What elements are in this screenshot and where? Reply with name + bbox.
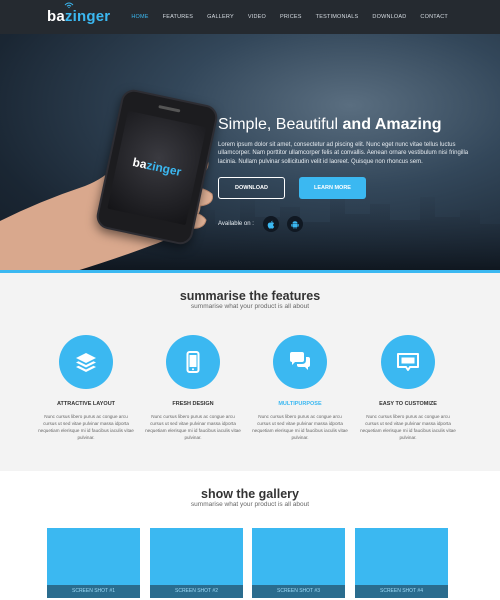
screenshot-thumbnail[interactable]: SCREEN SHOT #1 [47,528,140,598]
feature-title: EASY TO CUSTOMIZE [379,401,437,407]
apple-icon[interactable] [263,216,279,232]
mobile-icon [166,335,220,389]
feature-description: Nunc cursus libero purus ac congue arcu … [252,414,348,440]
feature-description: Nunc cursus libero purus ac congue arcu … [360,414,456,440]
screenshot-caption: SCREEN SHOT #1 [47,585,140,598]
nav-item-testimonials[interactable]: TESTIMONIALS [316,14,359,20]
hero-title-bold: and Amazing [342,116,442,133]
nav-item-prices[interactable]: PRICES [280,14,302,20]
chat-icon [273,335,327,389]
hero-description: Lorem ipsum dolor sit amet, consectetur … [218,142,469,165]
feature-card-customize: EASY TO CUSTOMIZE Nunc cursus libero pur… [353,335,463,441]
nav-item-video[interactable]: VIDEO [248,14,266,20]
screenshot-caption: SCREEN SHOT #2 [150,585,243,598]
navbar: bazinger HOME FEATURES GALLERY VIDEO PRI… [0,0,500,34]
gallery-subtitle: summarise what your product is all about [190,501,310,508]
feature-description: Nunc cursus libero purus ac congue arcu … [38,414,134,440]
feature-title: FRESH DESIGN [172,401,214,407]
phone-logo-part2: zinger [145,157,183,179]
phone-speaker [158,105,181,113]
hero-title: Simple, Beautiful and Amazing [218,116,441,134]
nav-item-contact[interactable]: CONTACT [420,14,448,20]
hero-section: bazinger Simple, Beautiful and Amazing L… [0,34,500,272]
nav-item-gallery[interactable]: GALLERY [207,14,234,20]
logo[interactable]: bazinger [47,8,110,25]
layers-icon [59,335,113,389]
nav-item-download[interactable]: DOWNLOAD [372,14,406,20]
feature-description: Nunc cursus libero purus ac congue arcu … [145,414,241,440]
logo-text-part2: zinger [64,8,111,25]
wifi-icon [64,2,74,8]
nav-menu: HOME FEATURES GALLERY VIDEO PRICES TESTI… [117,0,448,34]
features-subtitle: summarise what your product is all about [190,303,310,310]
hero-title-light: Simple, Beautiful [218,116,343,133]
message-icon [381,335,435,389]
feature-card-layout: ATTRACTIVE LAYOUT Nunc cursus libero pur… [31,335,141,441]
android-icon[interactable] [287,216,303,232]
available-on-label: Available on : [218,221,254,227]
phone-logo: bazinger [116,152,197,182]
phone-screen: bazinger [107,110,207,226]
screenshot-thumbnail[interactable]: SCREEN SHOT #3 [252,528,345,598]
screenshot-caption: SCREEN SHOT #4 [355,585,448,598]
download-button[interactable]: DOWNLOAD [218,177,285,199]
nav-item-home[interactable]: HOME [131,14,148,20]
learn-more-button[interactable]: LEARN MORE [299,177,366,199]
screenshot-thumbnail[interactable]: SCREEN SHOT #4 [355,528,448,598]
gallery-title: show the gallery [201,487,299,501]
feature-title: MULTIPURPOSE [278,401,322,407]
feature-card-design: FRESH DESIGN Nunc cursus libero purus ac… [138,335,248,441]
feature-card-multipurpose: MULTIPURPOSE Nunc cursus libero purus ac… [245,335,355,441]
screenshot-thumbnail[interactable]: SCREEN SHOT #2 [150,528,243,598]
nav-item-features[interactable]: FEATURES [163,14,194,20]
features-title: summarise the features [179,289,321,303]
screenshot-caption: SCREEN SHOT #3 [252,585,345,598]
feature-title: ATTRACTIVE LAYOUT [56,401,116,407]
logo-text-part1: ba [47,8,65,25]
